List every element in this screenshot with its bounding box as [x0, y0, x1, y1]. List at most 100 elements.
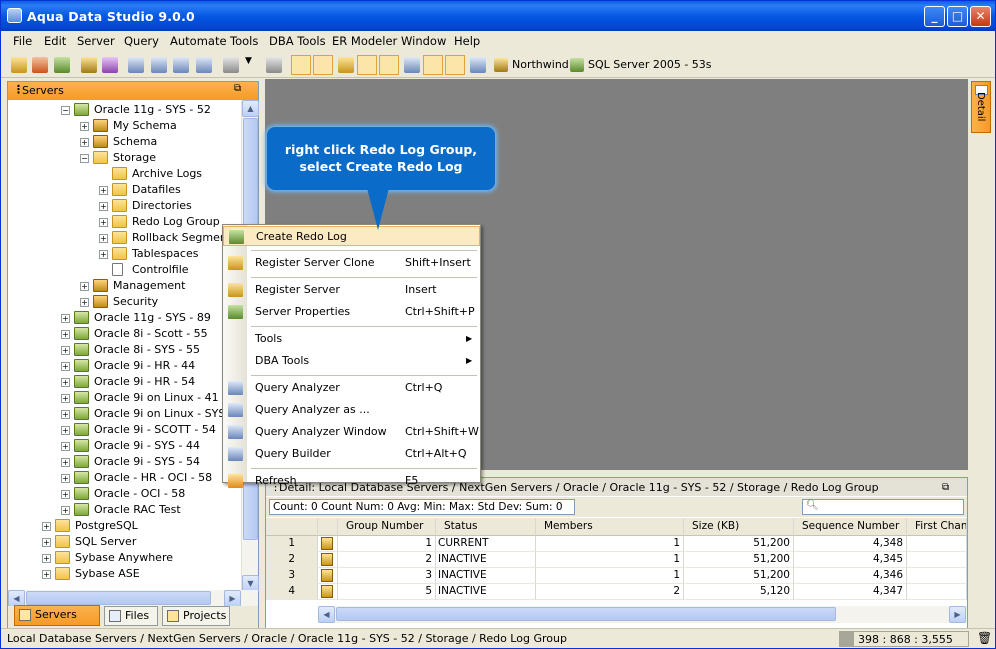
tree-node[interactable]: Archive Logs — [8, 166, 241, 182]
expand-icon[interactable]: + — [61, 506, 70, 515]
detail-restore-icon[interactable]: ⧉ — [942, 479, 949, 496]
menu-item-register-server-clone[interactable]: Register Server Clone Shift+Insert — [223, 253, 480, 273]
expand-icon[interactable]: + — [99, 250, 108, 259]
expand-icon[interactable]: + — [80, 122, 89, 131]
scroll-right-arrow-icon[interactable]: ▶ — [224, 590, 241, 607]
current-server-label[interactable]: SQL Server 2005 - 53s — [588, 58, 712, 71]
tree-node[interactable]: + SQL Server — [8, 534, 241, 550]
connect-icon[interactable] — [81, 57, 97, 73]
memory-indicator[interactable]: 398 : 868 : 3,555 MB — [839, 631, 969, 648]
maximize-button[interactable]: □ — [947, 6, 968, 27]
h-scroll-thumb[interactable] — [26, 591, 211, 605]
tree-node[interactable]: + Schema — [8, 134, 241, 150]
tree-node[interactable]: + Datafiles — [8, 182, 241, 198]
layout-table-icon[interactable] — [470, 57, 486, 73]
tree-node[interactable]: + Oracle 9i on Linux - 41 — [8, 390, 241, 406]
layout-horizontal-button[interactable] — [423, 55, 443, 75]
layout-tiles-button[interactable] — [357, 55, 377, 75]
tree-node[interactable]: + My Schema — [8, 118, 241, 134]
tab-servers[interactable]: Servers — [14, 605, 100, 626]
expand-icon[interactable]: + — [99, 218, 108, 227]
collapse-icon[interactable]: − — [80, 154, 89, 163]
close-button[interactable]: ✕ — [970, 6, 991, 27]
layout-cascade-button[interactable] — [379, 55, 399, 75]
layout-vertical-button[interactable] — [445, 55, 465, 75]
expand-icon[interactable]: + — [61, 474, 70, 483]
panel-restore-icon[interactable]: ⧉ — [234, 83, 241, 94]
menu-item-create-redo-log[interactable]: Create Redo Log — [223, 226, 480, 246]
menu-item-refresh[interactable]: Refresh F5 — [223, 471, 480, 491]
expand-icon[interactable]: + — [99, 202, 108, 211]
collapse-icon[interactable]: − — [61, 106, 70, 115]
scroll-right-arrow-icon[interactable]: ▶ — [949, 606, 966, 623]
tree-node[interactable]: − Oracle 11g - SYS - 52 — [8, 102, 241, 118]
redo-log-grid[interactable]: Group Number Status Members Size (KB) Sequen… — [266, 518, 967, 630]
tree-horizontal-scrollbar[interactable]: ◀ ▶ — [8, 590, 258, 607]
menu-window[interactable]: Window — [401, 34, 446, 48]
menu-dba-tools[interactable]: DBA Tools — [269, 34, 326, 48]
tree-node[interactable]: + Oracle - OCI - 58 — [8, 486, 241, 502]
menu-server[interactable]: Server — [77, 34, 115, 48]
expand-icon[interactable]: + — [80, 282, 89, 291]
dropdown-arrow-icon[interactable]: ▼ — [245, 56, 252, 66]
expand-icon[interactable]: + — [61, 346, 70, 355]
h-scroll-thumb[interactable] — [336, 607, 836, 621]
column-header[interactable] — [266, 518, 318, 536]
menu-item-query-builder[interactable]: Query Builder Ctrl+Alt+Q — [223, 444, 480, 464]
column-header[interactable] — [318, 518, 338, 536]
minimize-button[interactable]: _ — [924, 6, 945, 27]
expand-icon[interactable]: + — [61, 410, 70, 419]
tab-projects[interactable]: Projects — [162, 606, 230, 626]
expand-icon[interactable]: + — [61, 378, 70, 387]
tree-node[interactable]: + Oracle 9i - SYS - 44 — [8, 438, 241, 454]
expand-icon[interactable]: + — [80, 138, 89, 147]
menu-tools[interactable]: Tools — [230, 34, 258, 48]
tree-node[interactable]: + Oracle 9i - SCOTT - 54 — [8, 422, 241, 438]
layout-single-icon[interactable] — [338, 57, 354, 73]
tree-node[interactable]: + Sybase ASE — [8, 566, 241, 582]
expand-icon[interactable]: + — [61, 330, 70, 339]
layout-grid-button[interactable] — [291, 55, 311, 75]
script-icon[interactable] — [223, 57, 239, 73]
menu-automate[interactable]: Automate — [170, 34, 227, 48]
expand-icon[interactable]: + — [80, 298, 89, 307]
column-header[interactable]: Sequence Number — [794, 518, 907, 536]
expand-icon[interactable]: + — [61, 458, 70, 467]
detail-search-input[interactable]: 🔍︎ — [802, 499, 964, 515]
column-header[interactable]: Group Number — [338, 518, 436, 536]
tree-node[interactable]: + Oracle 9i - HR - 54 — [8, 374, 241, 390]
menu-query[interactable]: Query — [124, 34, 159, 48]
query-window-icon[interactable] — [173, 57, 189, 73]
menu-item-query-analyzer[interactable]: Query Analyzer Ctrl+Q — [223, 378, 480, 398]
tree-node[interactable]: + Sybase Anywhere — [8, 550, 241, 566]
scroll-left-arrow-icon[interactable]: ◀ — [318, 606, 335, 623]
tree-node[interactable]: + Oracle 8i - Scott - 55 — [8, 326, 241, 342]
print-icon[interactable] — [266, 57, 282, 73]
column-header[interactable]: First Chan — [907, 518, 967, 536]
expand-icon[interactable]: + — [61, 362, 70, 371]
disconnect-icon[interactable] — [102, 57, 118, 73]
menu-file[interactable]: File — [13, 34, 32, 48]
menu-edit[interactable]: Edit — [44, 34, 66, 48]
title-bar[interactable]: Aqua Data Studio 9.0.0 _ □ ✕ — [1, 1, 995, 31]
menu-er-modeler[interactable]: ER Modeler — [332, 34, 397, 48]
tree-node[interactable]: + PostgreSQL — [8, 518, 241, 534]
grid-horizontal-scrollbar[interactable]: ◀ ▶ — [318, 606, 967, 623]
tree-node[interactable]: + Oracle 9i on Linux - SYS — [8, 406, 241, 422]
column-header[interactable]: Status — [436, 518, 536, 536]
current-database-label[interactable]: Northwind — [512, 58, 569, 71]
column-header[interactable]: Members — [536, 518, 684, 536]
expand-icon[interactable]: + — [61, 394, 70, 403]
tree-node[interactable]: − Storage — [8, 150, 241, 166]
query-analyzer-icon[interactable] — [128, 57, 144, 73]
expand-icon[interactable]: + — [61, 426, 70, 435]
tree-node[interactable]: + Oracle 8i - SYS - 55 — [8, 342, 241, 358]
tree-node[interactable]: + Oracle - HR - OCI - 58 — [8, 470, 241, 486]
expand-icon[interactable]: + — [42, 538, 51, 547]
expand-icon[interactable]: + — [61, 314, 70, 323]
server-tree[interactable]: − Oracle 11g - SYS - 52 + My Schema + Schema −… — [8, 100, 241, 592]
tree-node[interactable]: + Oracle 9i - HR - 44 — [8, 358, 241, 374]
new-server-icon[interactable] — [11, 57, 27, 73]
scroll-up-arrow-icon[interactable]: ▲ — [242, 100, 259, 117]
table-editor-icon[interactable] — [196, 57, 212, 73]
